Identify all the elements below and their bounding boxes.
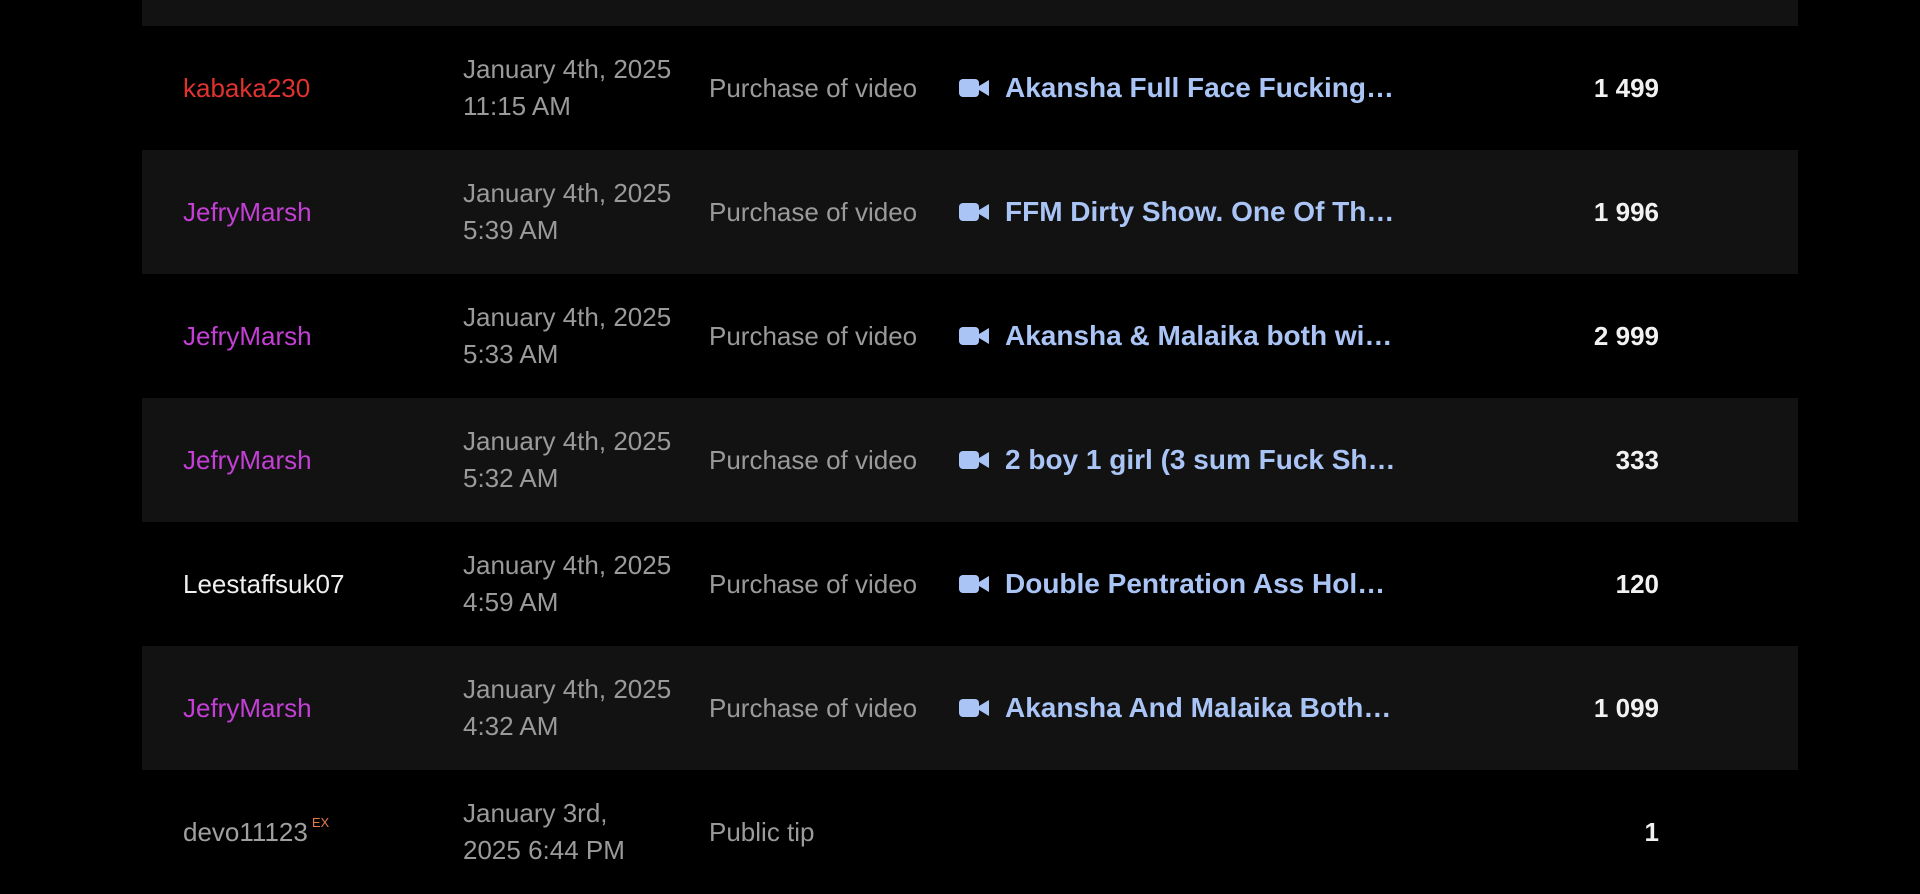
- transaction-amount: 333: [1615, 444, 1659, 475]
- transaction-type: Purchase of video: [709, 444, 918, 475]
- username-link[interactable]: Leestaffsuk07: [142, 571, 463, 597]
- username-link[interactable]: JefryMarsh: [142, 447, 463, 473]
- date-line: January 3rd,: [463, 798, 608, 828]
- transactions-list: kabaka230 January 4th, 2025 11:15 AM Purcha…: [142, 26, 1798, 894]
- transaction-amount: 2 999: [1593, 320, 1659, 351]
- table-row: JefryMarsh January 4th, 2025 5:39 AM Purcha…: [142, 150, 1798, 274]
- username[interactable]: JefryMarsh: [183, 693, 312, 723]
- transaction-type: Purchase of video: [709, 72, 918, 103]
- purchased-item-link[interactable]: Akansha And Malaika Both…: [959, 692, 1429, 724]
- username[interactable]: JefryMarsh: [183, 197, 312, 227]
- video-title[interactable]: Akansha Full Face Fucking…: [1005, 72, 1394, 104]
- time-line: 4:59 AM: [463, 587, 559, 617]
- table-row: kabaka230 January 4th, 2025 11:15 AM Purcha…: [142, 26, 1798, 150]
- table-row-partial: [142, 0, 1798, 26]
- time-line: 4:32 AM: [463, 711, 559, 741]
- transaction-date: January 4th, 2025 5:39 AM: [463, 175, 709, 249]
- table-row: devo11123 EX January 3rd, 2025 6:44 PM Publi…: [142, 770, 1798, 894]
- video-title[interactable]: 2 boy 1 girl (3 sum Fuck Sh…: [1005, 444, 1396, 476]
- video-title[interactable]: Akansha & Malaika both wi…: [1005, 320, 1392, 352]
- video-camera-icon: [959, 203, 989, 221]
- date-line: January 4th, 2025: [463, 54, 672, 84]
- username[interactable]: JefryMarsh: [183, 445, 312, 475]
- purchased-item-link[interactable]: Akansha Full Face Fucking…: [959, 72, 1429, 104]
- table-row: JefryMarsh January 4th, 2025 5:32 AM Purcha…: [142, 398, 1798, 522]
- transaction-date: January 4th, 2025 11:15 AM: [463, 51, 709, 125]
- date-line: January 4th, 2025: [463, 178, 672, 208]
- purchased-item-link[interactable]: Akansha & Malaika both wi…: [959, 320, 1429, 352]
- video-camera-icon: [959, 699, 989, 717]
- transaction-date: January 4th, 2025 5:32 AM: [463, 423, 709, 497]
- video-title[interactable]: Akansha And Malaika Both…: [1005, 692, 1391, 724]
- date-line: January 4th, 2025: [463, 674, 672, 704]
- time-line: 11:15 AM: [463, 91, 571, 121]
- username-link[interactable]: devo11123 EX: [142, 816, 463, 847]
- date-line: January 4th, 2025: [463, 302, 672, 332]
- time-line: 2025 6:44 PM: [463, 835, 625, 865]
- table-row: JefryMarsh January 4th, 2025 5:33 AM Purcha…: [142, 274, 1798, 398]
- ex-badge: EX: [311, 815, 330, 830]
- transaction-type: Purchase of video: [709, 320, 918, 351]
- username[interactable]: Leestaffsuk07: [183, 569, 344, 599]
- username[interactable]: kabaka230: [183, 73, 310, 103]
- date-line: January 4th, 2025: [463, 426, 672, 456]
- transactions-table: kabaka230 January 4th, 2025 11:15 AM Purcha…: [142, 0, 1798, 894]
- username-link[interactable]: JefryMarsh: [142, 199, 463, 225]
- purchased-item-link[interactable]: FFM Dirty Show. One Of Th…: [959, 196, 1429, 228]
- video-camera-icon: [959, 575, 989, 593]
- transaction-date: January 4th, 2025 4:59 AM: [463, 547, 709, 621]
- video-camera-icon: [959, 327, 989, 345]
- transaction-type: Purchase of video: [709, 568, 918, 599]
- username-link[interactable]: kabaka230: [142, 75, 463, 101]
- time-line: 5:39 AM: [463, 215, 559, 245]
- transaction-amount: 1 499: [1593, 72, 1659, 103]
- transaction-amount: 1 996: [1593, 196, 1659, 227]
- transaction-type: Public tip: [709, 816, 815, 847]
- transaction-amount: 120: [1615, 568, 1659, 599]
- transaction-date: January 4th, 2025 4:32 AM: [463, 671, 709, 745]
- table-row: Leestaffsuk07 January 4th, 2025 4:59 AM Pur…: [142, 522, 1798, 646]
- video-title[interactable]: FFM Dirty Show. One Of Th…: [1005, 196, 1394, 228]
- transaction-type: Purchase of video: [709, 692, 918, 723]
- username-link[interactable]: JefryMarsh: [142, 695, 463, 721]
- transaction-date: January 3rd, 2025 6:44 PM: [463, 795, 709, 869]
- video-camera-icon: [959, 451, 989, 469]
- time-line: 5:32 AM: [463, 463, 559, 493]
- table-row: JefryMarsh January 4th, 2025 4:32 AM Purcha…: [142, 646, 1798, 770]
- username[interactable]: JefryMarsh: [183, 321, 312, 351]
- username-link[interactable]: JefryMarsh: [142, 323, 463, 349]
- date-line: January 4th, 2025: [463, 550, 672, 580]
- transaction-amount: 1: [1644, 816, 1659, 847]
- purchased-item-link[interactable]: Double Pentration Ass Hol…: [959, 568, 1429, 600]
- video-camera-icon: [959, 79, 989, 97]
- username[interactable]: devo11123: [183, 817, 308, 847]
- purchased-item-link[interactable]: 2 boy 1 girl (3 sum Fuck Sh…: [959, 444, 1429, 476]
- transaction-amount: 1 099: [1593, 692, 1659, 723]
- transaction-type: Purchase of video: [709, 196, 918, 227]
- time-line: 5:33 AM: [463, 339, 559, 369]
- video-title[interactable]: Double Pentration Ass Hol…: [1005, 568, 1385, 600]
- transaction-date: January 4th, 2025 5:33 AM: [463, 299, 709, 373]
